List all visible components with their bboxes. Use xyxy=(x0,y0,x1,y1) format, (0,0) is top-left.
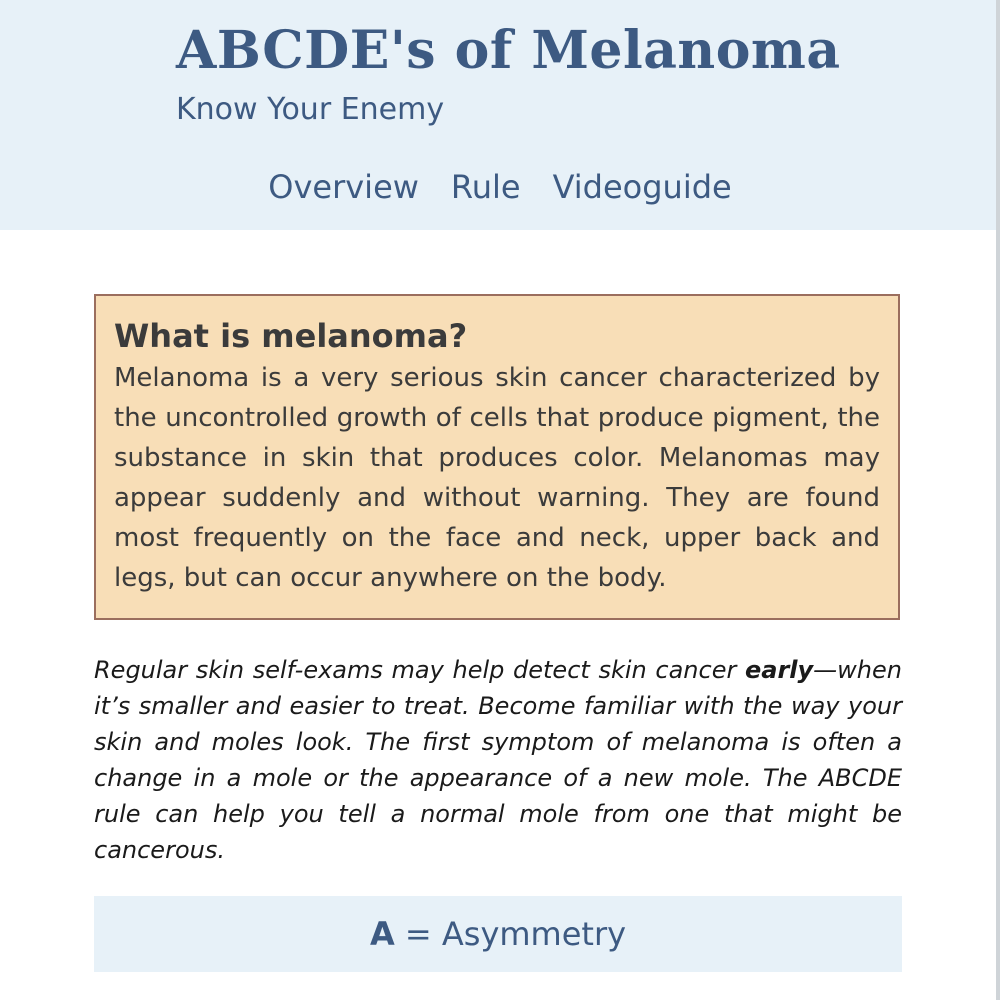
intro-emphasis: early xyxy=(744,656,814,684)
info-box-heading: What is melanoma? xyxy=(114,317,468,355)
info-box-text: Melanoma is a very serious skin cancer c… xyxy=(114,363,880,593)
site-tagline: Know Your Enemy xyxy=(176,92,445,127)
self-exam-intro: Regular skin self-exams may help detect … xyxy=(94,652,902,868)
rule-a-asymmetry[interactable]: A = Asymmetry xyxy=(94,896,902,972)
nav-link-rule[interactable]: Rule xyxy=(451,162,521,212)
main-nav: Overview Rule Videoguide xyxy=(0,162,1000,212)
rule-letter: A xyxy=(369,915,395,953)
nav-link-overview[interactable]: Overview xyxy=(268,162,419,212)
site-header: ABCDE's of Melanoma Know Your Enemy Over… xyxy=(0,0,1000,230)
nav-link-videoguide[interactable]: Videoguide xyxy=(553,162,732,212)
what-is-melanoma-box: What is melanoma? Melanoma is a very ser… xyxy=(94,294,900,620)
rule-name: Asymmetry xyxy=(441,915,627,953)
site-title: ABCDE's of Melanoma xyxy=(176,20,841,81)
intro-text-start: Regular skin self-exams may help detect … xyxy=(94,656,745,684)
page-edge-divider xyxy=(996,0,1000,1000)
rule-separator: = xyxy=(394,915,442,953)
intro-text-end: —when it’s smaller and easier to treat. … xyxy=(94,656,902,864)
page: ABCDE's of Melanoma Know Your Enemy Over… xyxy=(0,0,1000,1000)
